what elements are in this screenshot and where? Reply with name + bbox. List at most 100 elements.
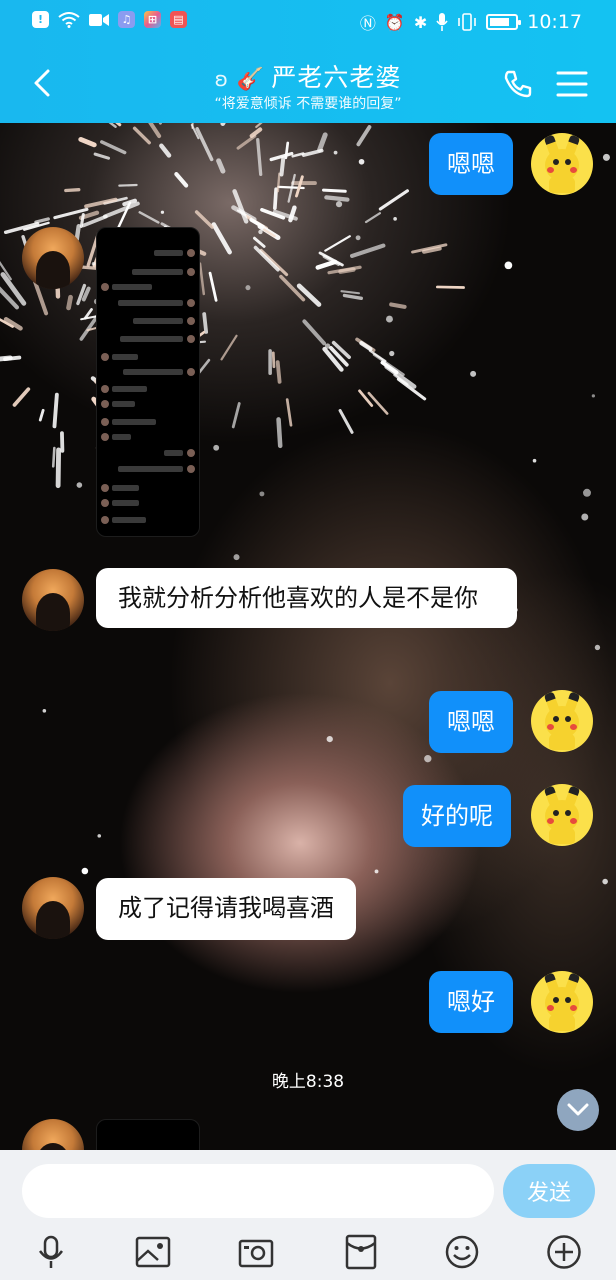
thumbnail-message	[112, 401, 136, 407]
firework-dot	[358, 158, 365, 165]
status-right-icons: Ⓝ ⏰ ✱ 10:17	[360, 10, 582, 34]
scroll-to-bottom-button[interactable]	[557, 1089, 599, 1131]
nfc-icon: Ⓝ	[359, 14, 376, 33]
firework-spark	[79, 212, 85, 229]
vibrate-icon	[458, 13, 477, 31]
firework-dot	[389, 350, 395, 357]
thumbnail-avatar	[101, 418, 109, 426]
message-bubble-received[interactable]: 成了记得请我喝喜酒	[96, 878, 356, 940]
firework-spark	[364, 212, 381, 224]
battery-fill	[490, 18, 510, 26]
message-bubble-sent[interactable]: 好的呢	[403, 785, 511, 847]
emoji-icon[interactable]	[444, 1234, 480, 1270]
firework-dot	[333, 150, 338, 155]
thumbnail-message	[112, 500, 139, 506]
my-avatar[interactable]	[531, 133, 593, 195]
thumbnail-message	[112, 517, 147, 523]
firework-dot	[374, 869, 379, 874]
firework-spark	[51, 446, 56, 468]
top-bar: ! ♫ ⊞ ▤ Ⓝ ⏰ ✱ 10:17 ʚ 🎸 严老六老婆 “将爱意倾诉 不需要谁的…	[0, 0, 616, 123]
thumbnail-avatar	[187, 299, 195, 307]
camera-icon[interactable]	[238, 1234, 274, 1270]
my-avatar[interactable]	[531, 971, 593, 1033]
chat-area[interactable]: 嗯嗯 我就分析分析他喜欢的人是不是你 嗯嗯 好的呢 成了记得请我喝喜酒 嗯好 晚…	[0, 123, 616, 1150]
message-input[interactable]	[22, 1164, 494, 1218]
firework-spark	[38, 408, 45, 422]
firework-spark	[194, 210, 214, 229]
image-message[interactable]	[96, 1119, 200, 1150]
firework-spark	[118, 183, 138, 187]
firework-spark	[34, 217, 50, 224]
firework-dot	[81, 867, 89, 875]
thumbnail-message	[112, 284, 152, 290]
thumbnail-message	[120, 336, 183, 342]
firework-dot	[385, 315, 393, 323]
menu-icon[interactable]	[556, 70, 588, 98]
firework-dot	[233, 554, 240, 561]
firework-spark	[159, 143, 172, 158]
ear-icon: ʚ	[214, 67, 229, 91]
firework-spark	[211, 222, 232, 255]
firework-spark	[285, 398, 293, 427]
thumbnail-message	[154, 250, 183, 256]
status-bar: ! ♫ ⊞ ▤ Ⓝ ⏰ ✱ 10:17	[0, 0, 616, 46]
thumbnail-message	[112, 386, 148, 392]
firework-spark	[52, 392, 59, 429]
image-icon[interactable]	[135, 1234, 171, 1270]
phone-call-icon[interactable]	[502, 68, 534, 100]
thumbnail-avatar	[187, 368, 195, 376]
mic-icon[interactable]	[33, 1234, 69, 1270]
status-left-icons: ! ♫ ⊞ ▤	[32, 11, 187, 28]
video-icon	[89, 13, 109, 26]
firework-dot	[245, 285, 251, 291]
thumbnail-avatar	[101, 353, 109, 361]
alarm-icon: ⏰	[384, 12, 405, 32]
mic-icon	[436, 13, 448, 31]
contact-avatar[interactable]	[22, 227, 84, 289]
firework-spark	[0, 355, 13, 362]
red-packet-icon[interactable]	[343, 1234, 379, 1270]
firework-spark	[253, 236, 266, 248]
message-bubble-sent[interactable]: 嗯嗯	[429, 133, 513, 195]
firework-spark	[12, 387, 31, 407]
chat-toolbar	[0, 1230, 616, 1280]
firework-spark	[93, 152, 111, 160]
firework-dot	[583, 488, 591, 497]
contact-avatar[interactable]	[22, 877, 84, 939]
thumbnail-avatar	[187, 268, 195, 276]
firework-spark	[231, 402, 241, 429]
message-bubble-sent[interactable]: 嗯好	[429, 971, 513, 1033]
input-bar: 发送	[0, 1150, 616, 1280]
firework-dot	[424, 755, 432, 763]
firework-dot	[355, 235, 361, 241]
message-bubble-received[interactable]: 我就分析分析他喜欢的人是不是你	[96, 568, 517, 628]
firework-spark	[295, 175, 304, 198]
chevron-down-icon	[567, 1103, 589, 1116]
contact-avatar[interactable]	[22, 569, 84, 631]
firework-spark	[220, 334, 238, 361]
message-bubble-sent[interactable]: 嗯嗯	[429, 691, 513, 753]
plus-icon[interactable]	[546, 1234, 582, 1270]
bluetooth-icon: ✱	[413, 12, 428, 32]
music-app-icon: ♫	[118, 11, 135, 28]
thumbnail-message	[112, 419, 157, 425]
send-button[interactable]: 发送	[503, 1164, 595, 1218]
firework-spark	[64, 188, 81, 193]
contact-avatar[interactable]	[22, 1119, 84, 1150]
firework-dot	[213, 444, 220, 451]
thumbnail-message	[132, 269, 183, 275]
image-message[interactable]	[96, 227, 200, 537]
thumbnail-avatar	[101, 400, 109, 408]
firework-spark	[249, 127, 263, 138]
firework-spark	[216, 158, 226, 174]
my-avatar[interactable]	[531, 690, 593, 752]
red-app-icon: ▤	[170, 11, 187, 28]
my-avatar[interactable]	[531, 784, 593, 846]
firework-spark	[279, 156, 286, 177]
firework-spark	[315, 259, 338, 270]
firework-dot	[97, 834, 102, 838]
thumbnail-message	[112, 485, 140, 491]
firework-dot	[393, 217, 397, 221]
firework-spark	[66, 294, 73, 311]
firework-spark	[324, 235, 351, 252]
